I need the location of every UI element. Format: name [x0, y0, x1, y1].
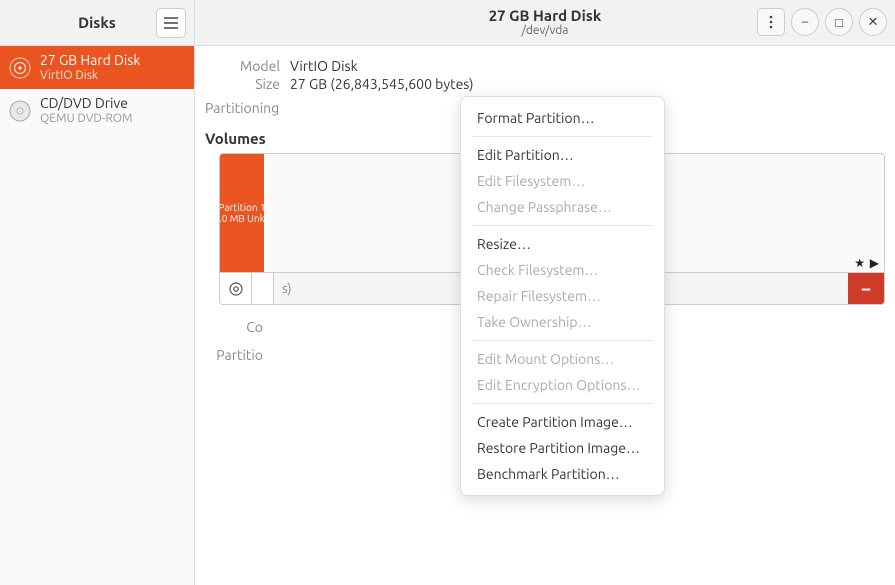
partition-1[interactable]: Partition 1 1.0 MB Unkn — [220, 154, 266, 272]
close-icon: ✕ — [868, 15, 879, 30]
maximize-button[interactable]: □ — [825, 8, 853, 36]
volume-indicators: ★ ▶ — [854, 256, 880, 270]
partition-context-menu: Format Partition… Edit Partition… Edit F… — [460, 96, 665, 496]
contents-label-clip: Co — [205, 319, 273, 335]
menu-edit-filesystem: Edit Filesystem… — [461, 168, 664, 194]
volume-divider — [252, 273, 274, 304]
menu-separator — [473, 225, 652, 226]
minimize-button[interactable]: – — [791, 8, 819, 36]
menu-resize[interactable]: Resize… — [461, 231, 664, 257]
sidebar-header: Disks — [0, 0, 194, 46]
minus-icon: − — [861, 279, 871, 299]
hamburger-icon — [164, 17, 178, 29]
menu-edit-mount: Edit Mount Options… — [461, 346, 664, 372]
app-title: Disks — [38, 14, 156, 31]
kebab-icon — [769, 15, 773, 29]
sidebar-item-sublabel: VirtIO Disk — [40, 69, 140, 83]
menu-restore-image[interactable]: Restore Partition Image… — [461, 435, 664, 461]
menu-check-filesystem: Check Filesystem… — [461, 257, 664, 283]
sidebar: Disks 27 GB Hard Disk VirtIO Disk — [0, 0, 195, 585]
sidebar-item-label: 27 GB Hard Disk — [40, 52, 140, 69]
menu-take-ownership: Take Ownership… — [461, 309, 664, 335]
menu-format-partition[interactable]: Format Partition… — [461, 105, 664, 131]
menu-benchmark[interactable]: Benchmark Partition… — [461, 461, 664, 487]
partition-label-clip: Partitio — [205, 347, 273, 363]
model-value: VirtIO Disk — [290, 58, 358, 74]
menu-change-passphrase: Change Passphrase… — [461, 194, 664, 220]
menu-separator — [473, 340, 652, 341]
sidebar-item-sublabel: QEMU DVD-ROM — [40, 112, 133, 126]
delete-partition-button[interactable]: − — [848, 273, 884, 304]
sidebar-item-optical[interactable]: CD/DVD Drive QEMU DVD-ROM — [0, 89, 194, 132]
disk-list: 27 GB Hard Disk VirtIO Disk CD/DVD Drive… — [0, 46, 194, 585]
page-title: 27 GB Hard Disk — [489, 7, 602, 24]
main-header: 27 GB Hard Disk /dev/vda – □ ✕ — [195, 0, 895, 46]
model-label: Model — [205, 58, 290, 74]
maximize-icon: □ — [835, 15, 843, 30]
mount-toggle-button[interactable] — [220, 273, 252, 304]
device-path: /dev/vda — [489, 24, 602, 38]
sidebar-item-hard-disk[interactable]: 27 GB Hard Disk VirtIO Disk — [0, 46, 194, 89]
menu-separator — [473, 403, 652, 404]
main-panel: 27 GB Hard Disk /dev/vda – □ ✕ Model Vir… — [195, 0, 895, 585]
gear-icon — [228, 281, 244, 297]
drive-menu-button[interactable] — [757, 8, 785, 36]
hdd-icon — [8, 56, 32, 80]
menu-edit-encryption: Edit Encryption Options… — [461, 372, 664, 398]
menu-separator — [473, 136, 652, 137]
menu-repair-filesystem: Repair Filesystem… — [461, 283, 664, 309]
close-button[interactable]: ✕ — [859, 8, 887, 36]
sidebar-item-label: CD/DVD Drive — [40, 95, 133, 112]
size-label: Size — [205, 76, 290, 92]
app-menu-button[interactable] — [156, 8, 186, 38]
size-value: 27 GB (26,843,545,600 bytes) — [290, 76, 474, 92]
minimize-icon: – — [802, 15, 808, 29]
menu-create-image[interactable]: Create Partition Image… — [461, 409, 664, 435]
menu-edit-partition[interactable]: Edit Partition… — [461, 142, 664, 168]
optical-icon — [8, 99, 32, 123]
